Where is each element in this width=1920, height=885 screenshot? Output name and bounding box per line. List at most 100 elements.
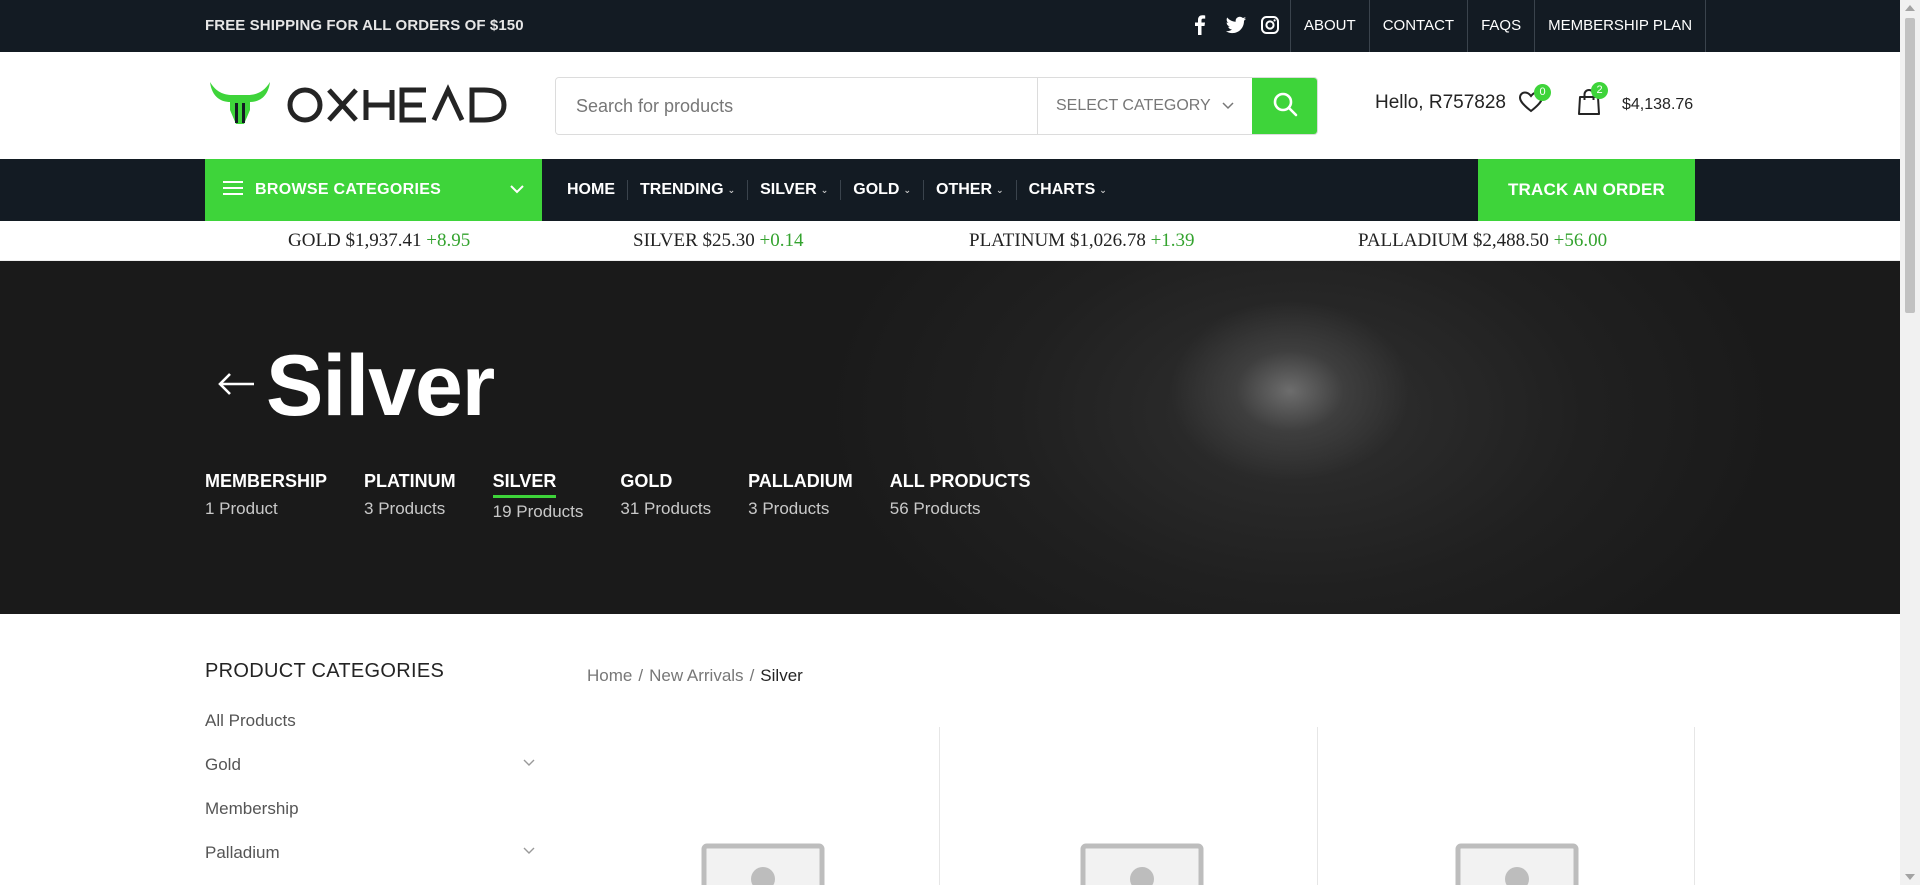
chevron-down-icon xyxy=(1222,97,1234,115)
ticker-metal: SILVER xyxy=(633,230,698,251)
breadcrumb-home[interactable]: Home xyxy=(587,666,632,685)
page-title: Silver xyxy=(266,338,495,434)
scrollbar-thumb[interactable] xyxy=(1905,18,1915,313)
cart-button[interactable]: 2 xyxy=(1577,82,1611,122)
subcategory-gold[interactable]: GOLD 31 Products xyxy=(620,471,711,522)
facebook-icon[interactable] xyxy=(1190,14,1210,36)
top-bar: FREE SHIPPING FOR ALL ORDERS OF $150 ABO… xyxy=(0,0,1900,52)
sidebar-item-palladium[interactable]: Palladium xyxy=(205,843,545,885)
site-header: SELECT CATEGORY Hello, R757828 0 2 $4,13… xyxy=(0,52,1900,159)
oxhead-logo[interactable] xyxy=(208,78,510,136)
back-arrow-icon[interactable] xyxy=(216,369,256,399)
ticker-change: +0.14 xyxy=(759,230,804,251)
sidebar-item-gold[interactable]: Gold xyxy=(205,755,545,799)
product-grid xyxy=(588,727,1695,885)
nav-item-trending[interactable]: TRENDING ⌄ xyxy=(628,180,749,200)
chevron-down-icon xyxy=(510,181,524,199)
chevron-down-icon: ⌄ xyxy=(727,185,736,195)
subcategory-all-products[interactable]: ALL PRODUCTS 56 Products xyxy=(890,471,1031,522)
chevron-down-icon[interactable] xyxy=(523,758,535,770)
nav-item-label: CHARTS xyxy=(1028,181,1096,198)
wishlist-count-badge: 0 xyxy=(1534,84,1551,101)
search-bar: SELECT CATEGORY xyxy=(555,77,1318,135)
instagram-icon[interactable] xyxy=(1260,14,1280,36)
subcategory-name: MEMBERSHIP xyxy=(205,471,328,491)
subcategory-name: SILVER xyxy=(492,471,557,498)
ticker-platinum: PLATINUM $1,026.78 +1.39 xyxy=(969,230,1195,252)
ticker-price: $1,026.78 xyxy=(1069,230,1146,251)
scroll-down-icon[interactable] xyxy=(1905,874,1915,880)
nav-item-charts[interactable]: CHARTS ⌄ xyxy=(1017,180,1119,200)
subcategory-count: 3 Products xyxy=(748,499,830,518)
search-icon xyxy=(1272,91,1298,122)
ticker-silver: SILVER $25.30 +0.14 xyxy=(633,230,803,252)
subcategory-count: 19 Products xyxy=(492,502,584,521)
subcategory-membership[interactable]: MEMBERSHIP 1 Product xyxy=(205,471,327,522)
category-select-label: SELECT CATEGORY xyxy=(1056,97,1211,114)
chevron-down-icon[interactable] xyxy=(523,846,535,858)
ticker-change: +56.00 xyxy=(1553,230,1608,251)
subcategory-silver[interactable]: SILVER 19 Products xyxy=(492,471,584,522)
sidebar-item-label: Palladium xyxy=(205,843,280,862)
user-greeting[interactable]: Hello, R757828 xyxy=(1375,92,1506,114)
browse-categories-button[interactable]: BROWSE CATEGORIES xyxy=(205,159,542,221)
sidebar-item-label: Membership xyxy=(205,799,299,818)
nav-item-label: HOME xyxy=(567,181,615,198)
nav-item-silver[interactable]: SILVER ⌄ xyxy=(748,180,842,200)
breadcrumb-separator: / xyxy=(749,666,755,685)
contact-link[interactable]: CONTACT xyxy=(1370,0,1469,52)
page-scrollbar[interactable] xyxy=(1900,0,1920,885)
search-button[interactable] xyxy=(1252,78,1317,134)
search-input[interactable] xyxy=(556,78,1037,134)
twitter-icon[interactable] xyxy=(1225,14,1247,36)
sidebar-item-label: Gold xyxy=(205,755,241,774)
main-navigation: BROWSE CATEGORIES HOME TRENDING ⌄ SILVER ⌄… xyxy=(0,159,1900,221)
subcategory-name: ALL PRODUCTS xyxy=(889,471,1031,491)
sidebar-item-label: All Products xyxy=(205,711,296,730)
product-card[interactable] xyxy=(1317,727,1695,885)
ticker-gold: GOLD $1,937.41 +8.95 xyxy=(288,230,470,252)
track-order-button[interactable]: TRACK AN ORDER xyxy=(1478,159,1695,221)
ticker-metal: PALLADIUM xyxy=(1358,230,1469,251)
chevron-down-icon: ⌄ xyxy=(996,185,1004,195)
cart-total[interactable]: $4,138.76 xyxy=(1622,96,1693,114)
free-shipping-promo: FREE SHIPPING FOR ALL ORDERS OF $150 xyxy=(205,17,524,34)
nav-item-gold[interactable]: GOLD ⌄ xyxy=(841,180,925,200)
breadcrumb: Home / New Arrivals / Silver xyxy=(587,666,803,686)
sidebar-item-membership[interactable]: Membership xyxy=(205,799,545,843)
metal-price-ticker: GOLD $1,937.41 +8.95 SILVER $25.30 +0.14… xyxy=(0,221,1900,261)
placeholder-image-icon xyxy=(701,843,825,885)
ticker-metal: GOLD xyxy=(288,230,341,251)
nav-item-label: SILVER xyxy=(760,181,817,198)
chevron-down-icon: ⌄ xyxy=(1099,185,1107,195)
product-card[interactable] xyxy=(939,727,1317,885)
heart-icon xyxy=(1518,91,1544,118)
faqs-link[interactable]: FAQS xyxy=(1468,0,1536,52)
scroll-up-icon[interactable] xyxy=(1905,5,1915,11)
about-link[interactable]: ABOUT xyxy=(1291,0,1370,52)
subcategory-palladium[interactable]: PALLADIUM 3 Products xyxy=(748,471,853,522)
subcategory-count: 56 Products xyxy=(889,499,981,518)
ticker-price: $1,937.41 xyxy=(345,230,422,251)
hamburger-icon xyxy=(223,180,243,201)
breadcrumb-separator: / xyxy=(638,666,644,685)
sidebar-item-all-products[interactable]: All Products xyxy=(205,711,545,755)
sidebar-title: PRODUCT CATEGORIES xyxy=(205,660,445,682)
breadcrumb-new-arrivals[interactable]: New Arrivals xyxy=(649,666,743,685)
membership-plan-link[interactable]: MEMBERSHIP PLAN xyxy=(1535,0,1707,52)
chevron-down-icon: ⌄ xyxy=(820,185,829,195)
nav-item-home[interactable]: HOME xyxy=(555,180,628,200)
subcategory-count: 3 Products xyxy=(364,499,446,518)
wishlist-button[interactable]: 0 xyxy=(1518,84,1552,122)
ticker-change: +1.39 xyxy=(1150,230,1195,251)
subcategory-platinum[interactable]: PLATINUM 3 Products xyxy=(364,471,456,522)
nav-item-other[interactable]: OTHER ⌄ xyxy=(924,180,1017,200)
subcategory-tabs: MEMBERSHIP 1 Product PLATINUM 3 Products… xyxy=(205,471,1067,522)
subcategory-count: 1 Product xyxy=(205,499,278,518)
ticker-price: $25.30 xyxy=(702,230,755,251)
ticker-metal: PLATINUM xyxy=(969,230,1066,251)
nav-item-label: OTHER xyxy=(936,181,993,198)
category-select[interactable]: SELECT CATEGORY xyxy=(1037,78,1252,134)
shopping-bag-icon xyxy=(1577,88,1601,120)
product-card[interactable] xyxy=(588,727,939,885)
